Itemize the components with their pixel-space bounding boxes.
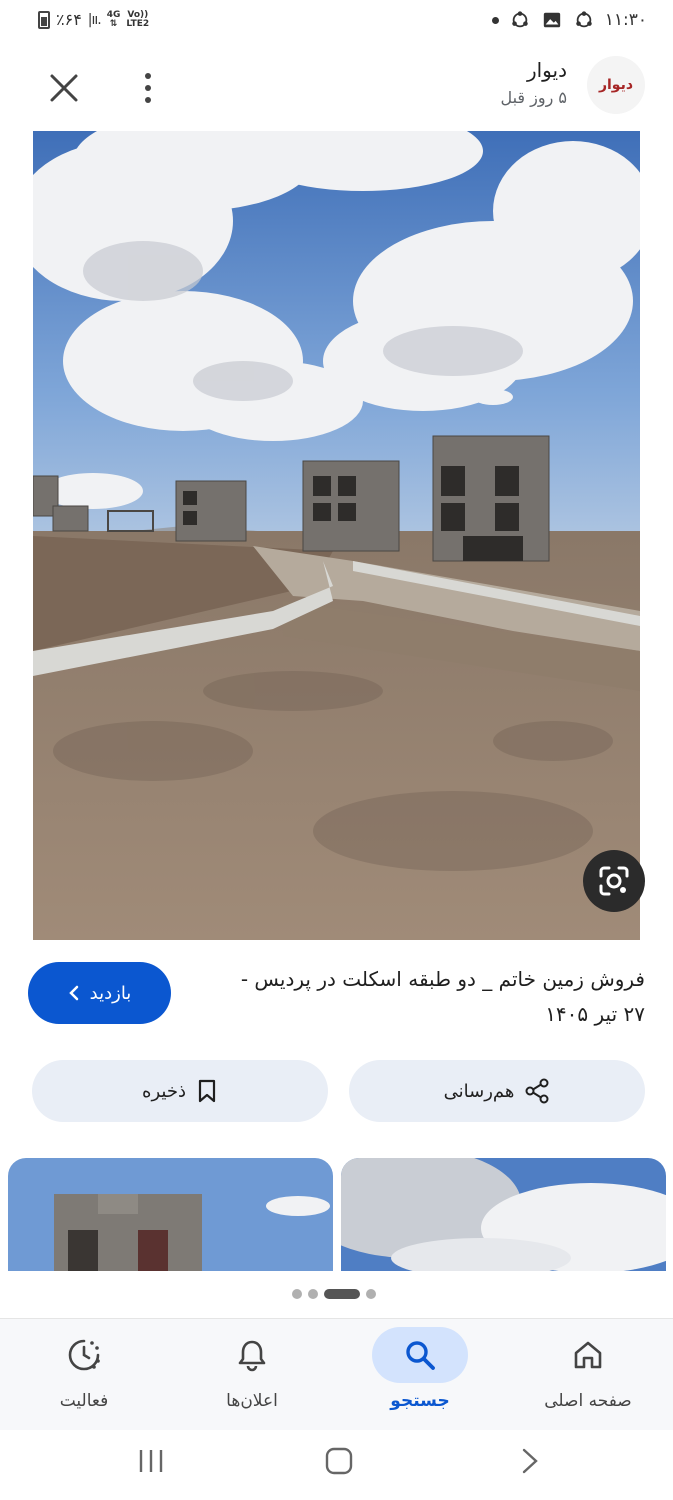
nav-notifications[interactable]: اعلان‌ها (168, 1319, 336, 1431)
more-vert-icon (145, 73, 151, 79)
battery-icon (38, 10, 50, 29)
share-label: هم‌رسانی (443, 1080, 515, 1102)
save-button[interactable]: ذخیره (32, 1060, 328, 1122)
home-icon (574, 1341, 602, 1369)
pager-dot (292, 1289, 302, 1299)
source-time: ۵ روز قبل (500, 88, 567, 107)
network-type: 4G ⇅ (106, 9, 121, 29)
home-gesture-icon[interactable] (324, 1446, 354, 1476)
search-icon-wrap (372, 1327, 468, 1383)
source-name: دیوار (526, 58, 567, 82)
lens-icon (599, 866, 629, 896)
related-image-1[interactable] (8, 1158, 333, 1271)
viewer-header: دیوار ۵ روز قبل دیوار (0, 52, 673, 124)
home-icon-wrap (540, 1327, 636, 1383)
nav-search-label: جستجو (390, 1391, 450, 1411)
sync-icon (512, 11, 528, 28)
back-icon[interactable] (514, 1446, 544, 1476)
nav-home-label: صفحه اصلی (544, 1391, 632, 1411)
activity-icon (68, 1339, 100, 1371)
related-thumbnail-building (8, 1158, 333, 1271)
gallery-icon (543, 12, 560, 28)
nav-search[interactable]: جستجو (336, 1319, 504, 1431)
lens-button[interactable] (583, 850, 645, 912)
carousel-pager (292, 1289, 376, 1299)
signal-icon: |ıı. (87, 11, 102, 28)
related-image-2[interactable] (341, 1158, 666, 1271)
visit-label: بازدید (89, 982, 132, 1004)
close-button[interactable] (42, 66, 86, 110)
source-logo-text: دیوار (598, 77, 634, 93)
battery-level: ٪۶۴ (56, 10, 82, 29)
construction-site-photo (33, 131, 640, 940)
status-bar: ٪۶۴ |ıı. 4G ⇅ Vo)) LTE2 ۱۱:۳۰ (0, 0, 673, 46)
pager-dot (308, 1289, 318, 1299)
main-image[interactable] (33, 131, 640, 940)
clock: ۱۱:۳۰ (604, 10, 647, 30)
volte-indicator: Vo)) LTE2 (126, 9, 150, 29)
nav-home[interactable]: صفحه اصلی (504, 1319, 672, 1431)
chevron-left-icon (68, 985, 78, 1001)
visit-button[interactable]: بازدید (28, 962, 171, 1024)
bell-icon-wrap (204, 1327, 300, 1383)
notification-dot-icon (491, 16, 499, 24)
search-icon (406, 1341, 435, 1370)
close-icon (50, 74, 78, 102)
status-left: ٪۶۴ |ıı. 4G ⇅ Vo)) LTE2 (38, 10, 149, 29)
activity-icon-wrap (36, 1327, 132, 1383)
nav-notifications-label: اعلان‌ها (226, 1391, 278, 1411)
nav-activity-label: فعالیت (59, 1391, 109, 1411)
related-thumbnail-sky (341, 1158, 666, 1271)
bell-icon (238, 1340, 266, 1372)
status-right: ۱۱:۳۰ (491, 10, 647, 30)
source-logo[interactable]: دیوار (587, 56, 645, 114)
pager-dot-active (324, 1289, 360, 1299)
save-label: ذخیره (142, 1080, 186, 1102)
recents-icon[interactable] (136, 1446, 166, 1476)
result-title[interactable]: فروش زمین خاتم _ دو طبقه اسکلت در پردیس … (225, 962, 645, 1032)
more-options-button[interactable] (132, 66, 164, 110)
system-navigation-bar (0, 1430, 673, 1500)
nav-activity[interactable]: فعالیت (0, 1319, 168, 1431)
pager-dot (366, 1289, 376, 1299)
share-icon (525, 1078, 549, 1104)
bottom-navigation: فعالیت اعلان‌ها جستجو صفحه اصلی (0, 1318, 673, 1430)
source-info[interactable]: دیوار ۵ روز قبل (500, 58, 567, 107)
bookmark-icon (198, 1079, 216, 1103)
share-button[interactable]: هم‌رسانی (349, 1060, 645, 1122)
sync-icon-2 (576, 11, 592, 28)
